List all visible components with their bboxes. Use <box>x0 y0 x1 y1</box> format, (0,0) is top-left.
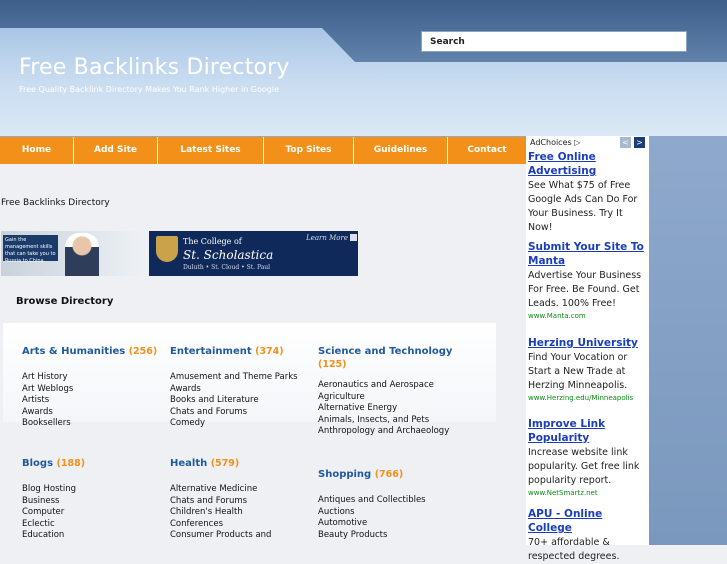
subcategory-link[interactable]: Animals, Insects, and Pets <box>318 415 468 427</box>
category-title[interactable]: Arts & Humanities (256) <box>22 345 172 358</box>
banner-locations: Duluth • St. Cloud • St. Paul <box>183 264 271 271</box>
subcategory-link[interactable]: Chats and Forums <box>170 407 320 419</box>
nav-contact[interactable]: Contact <box>448 137 526 164</box>
category-title[interactable]: Blogs (188) <box>22 457 172 470</box>
subcategory-link[interactable]: Art History <box>22 372 172 384</box>
subcategory-link[interactable]: Alternative Medicine <box>170 484 320 496</box>
ad-body: Find Your Vocation or Start a New Trade … <box>528 352 628 391</box>
nav-latest-sites[interactable]: Latest Sites <box>158 137 264 164</box>
site-title[interactable]: Free Backlinks Directory <box>19 55 290 80</box>
ad-prev-arrow-icon[interactable]: < <box>620 137 631 148</box>
subcategory-link[interactable]: Eclectic <box>22 519 172 531</box>
ad-item: Herzing University Find Your Vocation or… <box>528 336 646 402</box>
banner-ad[interactable]: Gain the management skills that can take… <box>1 231 358 276</box>
search-input[interactable]: Search <box>421 31 687 52</box>
nav-guidelines[interactable]: Guidelines <box>354 137 448 164</box>
ad-item: APU - Online College 70+ affordable & re… <box>528 507 646 564</box>
ad-info-icon[interactable] <box>350 234 357 241</box>
ad-item: Submit Your Site To Manta Advertise Your… <box>528 240 646 320</box>
breadcrumb: Free Backlinks Directory <box>1 198 110 208</box>
ad-title-link[interactable]: APU - Online College <box>528 507 646 535</box>
subcategory-link[interactable]: Business <box>22 496 172 508</box>
subcategory-link[interactable]: Anthropology and Archaeology <box>318 426 468 438</box>
ad-body: Advertise Your Business For Free. Be Fou… <box>528 270 642 309</box>
ad-url-link[interactable]: www.NetSmartz.net <box>528 489 646 497</box>
ad-next-arrow-icon[interactable]: > <box>634 137 645 148</box>
banner-person-image <box>65 233 99 276</box>
subcategory-link[interactable]: Booksellers <box>22 418 172 430</box>
category-science: Science and Technology (125) Aeronautics … <box>318 345 468 438</box>
main-nav: Home Add Site Latest Sites Top Sites Gui… <box>0 137 526 164</box>
nav-add-site[interactable]: Add Site <box>74 137 158 164</box>
ads-sidebar: AdChoices ▷ < > Free Online Advertising … <box>526 136 649 562</box>
category-arts: Arts & Humanities (256) Art History Art … <box>22 345 172 430</box>
subcategory-link[interactable]: Amusement and Theme Parks <box>170 372 320 384</box>
subcategory-link[interactable]: Computer <box>22 507 172 519</box>
banner-learn-more[interactable]: Learn More <box>306 234 348 242</box>
ad-body: See What $75 of Free Google Ads Can Do F… <box>528 180 638 233</box>
category-entertainment: Entertainment (374) Amusement and Theme … <box>170 345 320 430</box>
category-health: Health (579) Alternative Medicine Chats … <box>170 457 320 542</box>
subcategory-link[interactable]: Artists <box>22 395 172 407</box>
subcategory-link[interactable]: Auctions <box>318 507 468 519</box>
subcategory-link[interactable]: Education <box>22 530 172 542</box>
category-title[interactable]: Health (579) <box>170 457 320 470</box>
college-crest-icon <box>156 236 178 262</box>
subcategory-link[interactable]: Books and Literature <box>170 395 320 407</box>
subcategory-link[interactable]: Awards <box>22 407 172 419</box>
ad-item: Free Online Advertising See What $75 of … <box>528 150 646 235</box>
ad-title-link[interactable]: Herzing University <box>528 336 646 350</box>
subcategory-link[interactable]: Alternative Energy <box>318 403 468 415</box>
subcategory-link[interactable]: Awards <box>170 384 320 396</box>
nav-top-sites[interactable]: Top Sites <box>264 137 354 164</box>
ad-title-link[interactable]: Submit Your Site To Manta <box>528 240 646 268</box>
category-title[interactable]: Entertainment (374) <box>170 345 320 358</box>
subcategory-link[interactable]: Consumer Products and <box>170 530 320 542</box>
site-tagline: Free Quality Backlink Directory Makes Yo… <box>19 85 280 94</box>
ad-body: 70+ affordable & respected degrees. <box>528 537 620 562</box>
subcategory-link[interactable]: Blog Hosting <box>22 484 172 496</box>
subcategory-link[interactable]: Antiques and Collectibles <box>318 495 468 507</box>
ad-title-link[interactable]: Improve Link Popularity <box>528 417 646 445</box>
ad-url-link[interactable]: www.Manta.com <box>528 312 646 320</box>
banner-college-name: St. Scholastica <box>183 248 274 262</box>
banner-line1: The College of <box>183 237 242 246</box>
subcategory-link[interactable]: Agriculture <box>318 392 468 404</box>
ad-title-link[interactable]: Free Online Advertising <box>528 150 646 178</box>
header: Free Backlinks Directory Free Quality Ba… <box>0 0 727 137</box>
subcategory-link[interactable]: Conferences <box>170 519 320 531</box>
banner-promo-text: Gain the management skills that can take… <box>3 235 58 264</box>
ad-item: Improve Link Popularity Increase website… <box>528 417 646 497</box>
ad-url-link[interactable]: www.Herzing.edu/Minneapolis <box>528 394 646 402</box>
sidebar-background <box>649 136 727 545</box>
ad-body: Increase website link popularity. Get fr… <box>528 447 640 486</box>
subcategory-link[interactable]: Art Weblogs <box>22 384 172 396</box>
subcategory-link[interactable]: Chats and Forums <box>170 496 320 508</box>
category-title[interactable]: Science and Technology (125) <box>318 345 468 371</box>
category-blogs: Blogs (188) Blog Hosting Business Comput… <box>22 457 172 542</box>
nav-home[interactable]: Home <box>0 137 74 164</box>
subcategory-link[interactable]: Children's Health <box>170 507 320 519</box>
subcategory-link[interactable]: Aeronautics and Aerospace <box>318 380 468 392</box>
category-title[interactable]: Shopping (766) <box>318 468 468 481</box>
category-shopping: Shopping (766) Antiques and Collectibles… <box>318 468 468 541</box>
subcategory-link[interactable]: Beauty Products <box>318 530 468 542</box>
browse-directory-title: Browse Directory <box>16 296 114 307</box>
adchoices-label[interactable]: AdChoices ▷ <box>530 138 580 147</box>
subcategory-link[interactable]: Comedy <box>170 418 320 430</box>
subcategory-link[interactable]: Automotive <box>318 518 468 530</box>
